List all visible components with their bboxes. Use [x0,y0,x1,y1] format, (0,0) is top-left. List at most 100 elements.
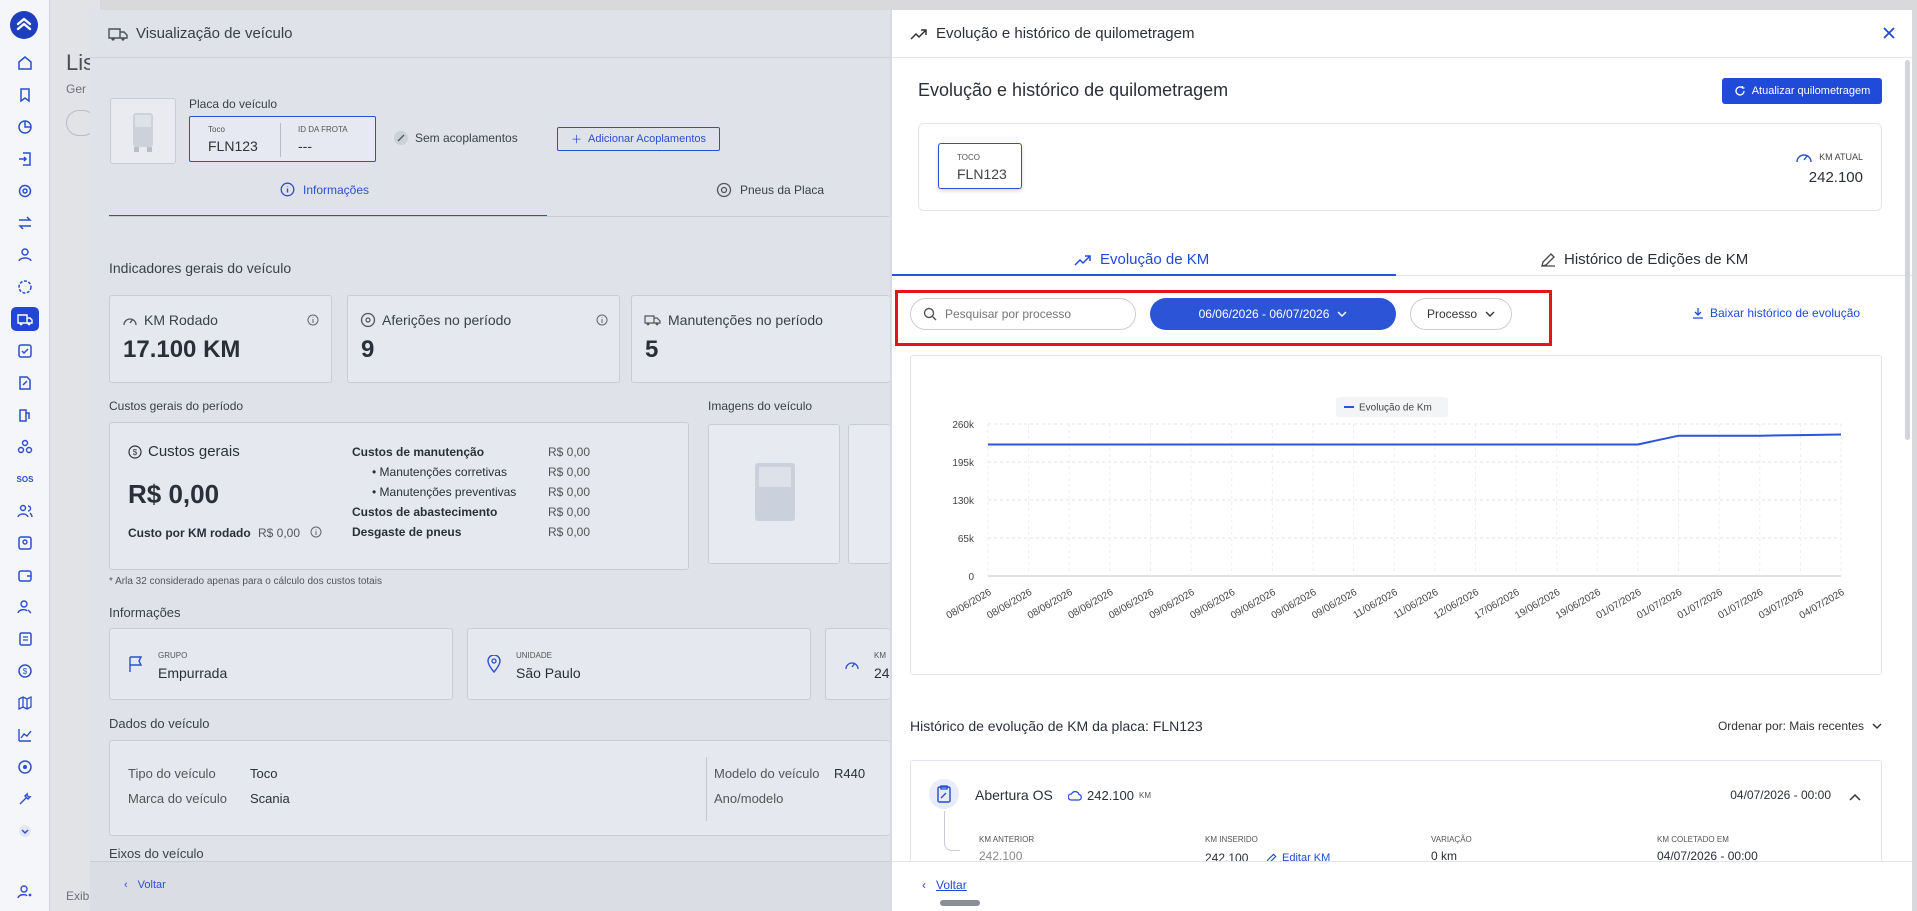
nav-sos-icon[interactable]: SOS [0,463,50,495]
add-couplings-button[interactable]: ＋ Adicionar Acoplamentos [557,127,720,151]
indicator-km-value: 17.100 KM [123,336,241,363]
nav-contacts-icon[interactable] [0,623,50,655]
history-process: Abertura OS [975,787,1053,803]
vertical-scrollbar[interactable] [1905,60,1910,440]
vehicle-back-button[interactable]: ‹ Voltar [124,879,166,891]
indicator-card-maintenances: Manutenções no período 5 [631,295,890,383]
km-evolution-chart: 065k130k195k260k08/06/202608/06/202608/0… [945,397,1847,622]
tab-pneus[interactable]: Pneus da Placa [716,182,824,198]
cost-row-corrective-label: • Manutenções corretivas [372,465,507,479]
vehicle-image-2[interactable] [848,424,890,564]
km-panel-header-title: Evolução e histórico de quilometragem [936,25,1195,42]
info-circle-icon[interactable] [307,314,319,329]
indicator-maintenances-value: 5 [645,336,659,363]
nav-user-icon[interactable] [0,239,50,271]
nav-chart-pie-icon[interactable] [0,111,50,143]
group-label: GRUPO [158,651,188,660]
info-circle-icon[interactable] [596,314,608,329]
x-tick-label: 11/06/2026 [1351,587,1400,621]
km-back-button[interactable]: ‹ Voltar [922,878,967,892]
app-logo-icon[interactable] [10,11,38,39]
nav-map-icon[interactable] [0,687,50,719]
indicator-card-measurements: Aferições no período 9 [347,295,620,383]
chevron-up-icon[interactable] [1849,789,1861,804]
nav-home-icon[interactable] [0,47,50,79]
km-summary-card: TOCO FLN123 KM ATUAL 242.100 [918,123,1882,211]
info-circle-icon[interactable] [310,526,322,541]
nav-login-icon[interactable] [0,143,50,175]
nav-tools-icon[interactable] [0,783,50,815]
inserted-km-label: KM INSERIDO [1205,835,1258,844]
x-tick-label: 01/07/2026 [1676,587,1725,622]
nav-expand-icon[interactable] [0,815,50,847]
nav-truck-icon[interactable] [0,303,50,335]
nav-analytics-icon[interactable] [0,719,50,751]
history-datetime: 04/07/2026 - 00:00 [1730,788,1831,802]
x-tick-label: 09/06/2026 [1229,587,1278,622]
nav-target-icon[interactable] [0,751,50,783]
nav-fuel-icon[interactable] [0,399,50,431]
nav-user-search-icon[interactable] [0,591,50,623]
tab-informacoes[interactable]: Informações [280,182,369,197]
chevron-left-icon: ‹ [922,878,926,892]
svg-text:$: $ [133,448,138,457]
vehicle-type-label: Tipo do veículo [128,766,216,781]
nav-account-icon[interactable] [0,883,50,901]
nav-transfer-icon[interactable] [0,207,50,239]
cloud-sync-icon [1068,790,1082,802]
download-history-link[interactable]: Baixar histórico de evolução [1692,306,1860,320]
process-filter-dropdown[interactable]: Processo [1410,298,1512,330]
nav-edit-doc-icon[interactable] [0,367,50,399]
svg-text:SOS: SOS [17,475,34,484]
cost-row-tires-value: R$ 0,00 [548,525,591,539]
nav-wallet-icon[interactable] [0,559,50,591]
cost-row-corrective-text: Manutenções corretivas [379,465,507,479]
tab-pneus-label: Pneus da Placa [740,183,825,197]
close-icon[interactable] [1881,25,1897,45]
nav-bookmark-icon[interactable] [0,79,50,111]
x-tick-label: 19/06/2026 [1513,587,1562,622]
costs-label: Custos gerais [148,443,240,460]
nav-gear-icon[interactable] [0,175,50,207]
tab-km-edit-history[interactable]: Histórico de Edições de KM [1540,251,1748,268]
history-km-value: 242.100 [1087,788,1134,803]
flag-icon [128,655,144,676]
horizontal-scrollbar[interactable] [940,900,980,906]
info-title: Informações [109,605,181,620]
cost-row-maintenance-label: Custos de manutenção [352,445,485,459]
search-input[interactable] [910,298,1136,330]
download-icon [1692,307,1704,319]
order-by-dropdown[interactable]: Ordenar por: Mais recentes [1718,719,1882,733]
nav-tire-gear-icon[interactable] [0,271,50,303]
km-evolution-panel: Evolução e histórico de quilometragem Ev… [891,10,1912,911]
x-tick-label: 09/06/2026 [1310,587,1359,622]
vehicle-back-label: Voltar [137,879,166,891]
nav-users-icon[interactable] [0,495,50,527]
vehicle-tabs-divider [109,216,889,217]
vehicle-panel: Visualização de veículo Placa do veículo… [90,10,890,911]
cost-per-km-value: R$ 0,00 [258,526,301,540]
x-tick-label: 17/06/2026 [1473,587,1522,622]
legend-label: Evolução de Km [1359,403,1432,414]
update-km-button[interactable]: Atualizar quilometragem [1722,78,1882,104]
tab-km-evolution[interactable]: Evolução de KM [1074,251,1209,268]
variation-label: VARIAÇÃO [1431,835,1472,844]
date-range-picker[interactable]: 06/06/2026 - 06/07/2026 [1150,298,1396,330]
vehicle-model-value: R440 [834,766,866,781]
nav-id-badge-icon[interactable] [0,527,50,559]
nav-checklist-icon[interactable] [0,335,50,367]
plate-vehicle-type: Toco [208,125,225,134]
vehicle-year-label: Ano/modelo [714,791,784,806]
nav-cluster-icon[interactable] [0,431,50,463]
history-connector [944,811,960,851]
search-field[interactable] [945,307,1115,321]
costs-title: Custos gerais do período [109,399,244,413]
trend-up-icon [1074,253,1092,267]
plate-box[interactable]: Toco FLN123 ID DA FROTA --- [189,116,376,162]
indicators-title: Indicadores gerais do veículo [109,260,292,276]
km-plate-box: TOCO FLN123 [938,143,1022,189]
nav-dollar-icon[interactable]: $ [0,655,50,687]
info-card-group: GRUPO Empurrada [109,628,453,700]
x-tick-label: 12/06/2026 [1432,587,1481,622]
vehicle-image-1[interactable] [708,424,840,564]
